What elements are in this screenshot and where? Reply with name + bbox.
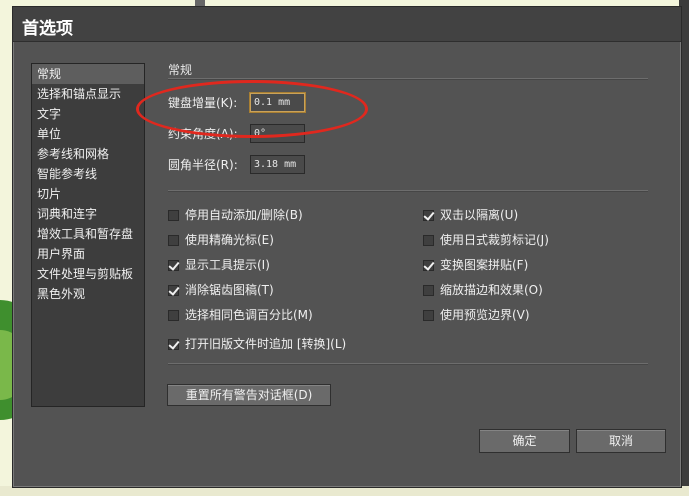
checkbox-preview-bounds[interactable] bbox=[423, 310, 434, 321]
checkbox-japanese-crop-marks[interactable] bbox=[423, 235, 434, 246]
checkbox-double-click-isolate[interactable] bbox=[423, 210, 434, 221]
category-list[interactable]: 常规 选择和锚点显示 文字 单位 参考线和网格 智能参考线 切片 词典和连字 增… bbox=[31, 63, 145, 407]
option-label: 使用预览边界(V) bbox=[440, 308, 530, 322]
checkbox-select-same-tint[interactable] bbox=[168, 310, 179, 321]
option-label: 双击以隔离(U) bbox=[440, 208, 519, 222]
preferences-dialog: 首选项 常规 选择和锚点显示 文字 单位 参考线和网格 智能参考线 切片 词典和… bbox=[12, 6, 682, 488]
checkbox-antialiased-artwork[interactable] bbox=[168, 285, 179, 296]
checkbox-precise-cursors[interactable] bbox=[168, 235, 179, 246]
cancel-button[interactable]: 取消 bbox=[576, 429, 666, 453]
option-label: 变换图案拼贴(F) bbox=[440, 258, 529, 272]
option-append-convert[interactable]: 打开旧版文件时追加 [转换](L) bbox=[168, 335, 346, 353]
category-item-guides-grid[interactable]: 参考线和网格 bbox=[32, 144, 144, 164]
red-highlight-annotation bbox=[136, 80, 368, 138]
corner-radius-input[interactable]: 3.18 mm bbox=[250, 155, 305, 174]
option-show-tooltips[interactable]: 显示工具提示(I) bbox=[168, 256, 270, 274]
option-antialiased-artwork[interactable]: 消除锯齿图稿(T) bbox=[168, 281, 274, 299]
option-label: 缩放描边和效果(O) bbox=[440, 283, 543, 297]
option-japanese-crop-marks[interactable]: 使用日式裁剪标记(J) bbox=[423, 231, 549, 249]
option-label: 显示工具提示(I) bbox=[185, 258, 270, 272]
checkbox-transform-pattern-tiles[interactable] bbox=[423, 260, 434, 271]
option-scale-strokes-effects[interactable]: 缩放描边和效果(O) bbox=[423, 281, 543, 299]
category-item-selection[interactable]: 选择和锚点显示 bbox=[32, 84, 144, 104]
option-double-click-isolate[interactable]: 双击以隔离(U) bbox=[423, 206, 518, 224]
corner-radius-label: 圆角半径(R): bbox=[168, 158, 238, 172]
category-item-smart-guides[interactable]: 智能参考线 bbox=[32, 164, 144, 184]
option-label: 使用精确光标(E) bbox=[185, 233, 274, 247]
category-item-plugins[interactable]: 增效工具和暂存盘 bbox=[32, 224, 144, 244]
checkbox-scale-strokes-effects[interactable] bbox=[423, 285, 434, 296]
ok-button[interactable]: 确定 bbox=[479, 429, 570, 453]
section-title: 常规 bbox=[168, 63, 193, 77]
option-disable-auto-add[interactable]: 停用自动添加/删除(B) bbox=[168, 206, 303, 224]
option-preview-bounds[interactable]: 使用预览边界(V) bbox=[423, 306, 530, 324]
option-label: 停用自动添加/删除(B) bbox=[185, 208, 303, 222]
reset-warnings-button[interactable]: 重置所有警告对话框(D) bbox=[167, 384, 331, 406]
options-divider-top bbox=[168, 190, 648, 192]
option-label: 使用日式裁剪标记(J) bbox=[440, 233, 549, 247]
category-item-user-interface[interactable]: 用户界面 bbox=[32, 244, 144, 264]
category-item-type[interactable]: 文字 bbox=[32, 104, 144, 124]
checkbox-append-convert[interactable] bbox=[168, 339, 179, 350]
option-transform-pattern-tiles[interactable]: 变换图案拼贴(F) bbox=[423, 256, 528, 274]
checkbox-disable-auto-add[interactable] bbox=[168, 210, 179, 221]
options-divider-bottom bbox=[168, 363, 648, 365]
category-item-black[interactable]: 黑色外观 bbox=[32, 284, 144, 304]
dialog-title: 首选项 bbox=[22, 19, 73, 39]
category-item-slices[interactable]: 切片 bbox=[32, 184, 144, 204]
category-item-units[interactable]: 单位 bbox=[32, 124, 144, 144]
option-select-same-tint[interactable]: 选择相同色调百分比(M) bbox=[168, 306, 313, 324]
corner-radius-row: 圆角半径(R): 3.18 mm bbox=[168, 155, 305, 175]
option-label: 打开旧版文件时追加 [转换](L) bbox=[185, 337, 347, 351]
category-item-general[interactable]: 常规 bbox=[32, 64, 144, 84]
dialog-titlebar[interactable]: 首选项 bbox=[13, 7, 681, 42]
category-item-hyphenation[interactable]: 词典和连字 bbox=[32, 204, 144, 224]
category-item-file-handling[interactable]: 文件处理与剪贴板 bbox=[32, 264, 144, 284]
option-label: 消除锯齿图稿(T) bbox=[185, 283, 274, 297]
checkbox-show-tooltips[interactable] bbox=[168, 260, 179, 271]
option-label: 选择相同色调百分比(M) bbox=[185, 308, 313, 322]
option-precise-cursors[interactable]: 使用精确光标(E) bbox=[168, 231, 274, 249]
